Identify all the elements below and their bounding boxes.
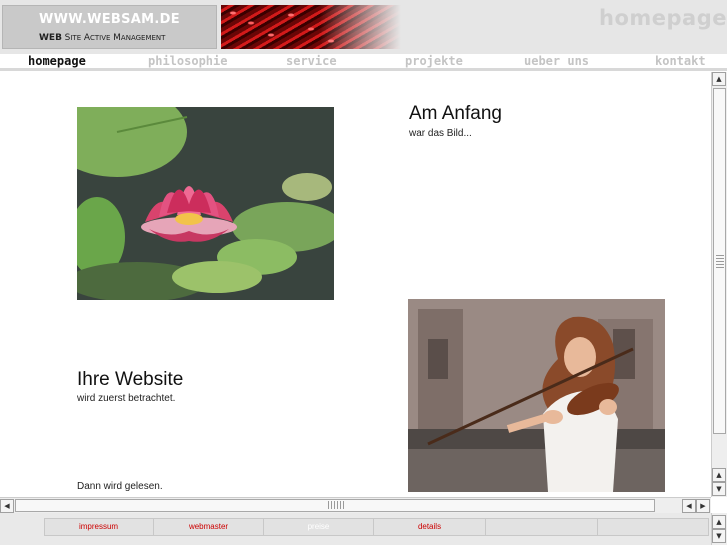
text-dann-wird-gelesen: Dann wird gelesen. [77, 481, 163, 492]
header-banner-image [221, 5, 401, 49]
nav-item-homepage[interactable]: homepage [28, 54, 86, 68]
scroll-up-arrow-icon[interactable]: ▲ [712, 72, 726, 86]
nav-divider [0, 68, 727, 71]
nav-item-service[interactable]: service [286, 54, 337, 68]
heading-am-anfang: Am Anfang [409, 103, 502, 124]
nav-item-ueber-uns[interactable]: ueber uns [524, 54, 589, 68]
text-wird-zuerst-betrachtet: wird zuerst betrachtet. [77, 393, 176, 404]
nav-item-philosophie[interactable]: philosophie [148, 54, 227, 68]
nav-item-kontakt[interactable]: kontakt [655, 54, 706, 68]
scroll-left-arrow-icon[interactable]: ◀ [682, 499, 696, 513]
logo-title: WWW.WEBSAM.DE [39, 12, 180, 27]
scroll-grip-icon [716, 254, 724, 268]
logo-subtitle: WEB SITE ACTIVE MANAGEMENT [39, 33, 166, 43]
footer-link-preise[interactable]: preise [264, 518, 374, 536]
scroll-up-arrow-icon[interactable]: ▲ [712, 515, 726, 529]
scroll-left-arrow-icon[interactable]: ◀ [0, 499, 14, 513]
footer-link-empty-1 [486, 518, 598, 536]
page-title: homepage [599, 6, 727, 30]
violinist-photo [408, 299, 665, 492]
footer-link-details[interactable]: details [374, 518, 486, 536]
footer-link-impressum[interactable]: impressum [44, 518, 154, 536]
footer-link-webmaster[interactable]: webmaster [154, 518, 264, 536]
scroll-down-arrow-icon[interactable]: ▼ [712, 482, 726, 496]
scroll-down-arrow-icon[interactable]: ▼ [712, 529, 726, 543]
nav-item-projekte[interactable]: projekte [405, 54, 463, 68]
logo[interactable]: WWW.WEBSAM.DE WEB SITE ACTIVE MANAGEMENT [2, 5, 217, 49]
scroll-grip-icon [328, 501, 344, 509]
scroll-up-arrow-icon[interactable]: ▲ [712, 468, 726, 482]
scroll-right-arrow-icon[interactable]: ▶ [696, 499, 710, 513]
text-war-das-bild: war das Bild... [409, 128, 472, 139]
footer-link-empty-2 [598, 518, 709, 536]
heading-ihre-website: Ihre Website [77, 369, 184, 390]
water-lily-photo [77, 107, 334, 300]
